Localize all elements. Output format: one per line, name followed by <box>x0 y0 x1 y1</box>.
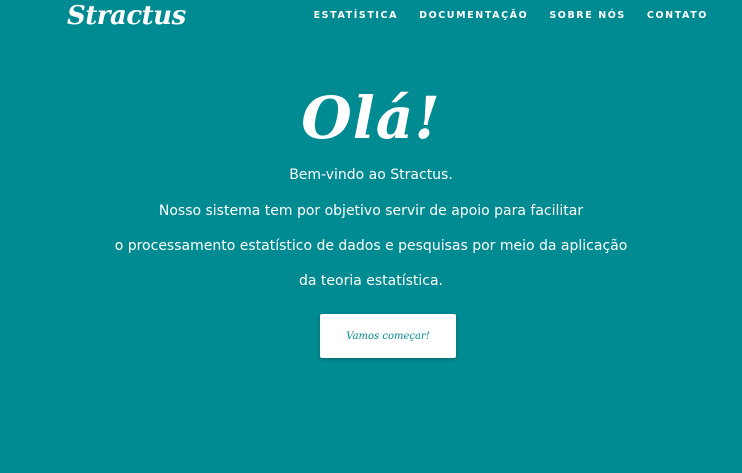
hero-description-line: da teoria estatística. <box>298 273 443 289</box>
start-button[interactable]: Vamos começar! <box>320 314 456 358</box>
hero-description-line: o processamento estatístico de dados e p… <box>114 238 628 254</box>
hero-welcome-text: Bem-vindo ao Stractus. <box>289 167 453 183</box>
nav-link-sobre-nos[interactable]: SOBRE NÓS <box>549 10 626 22</box>
hero-section: Olá! Bem-vindo ao Stractus. Nosso sistem… <box>0 80 742 289</box>
navbar: Stractus ESTATÍSTICA DOCUMENTAÇÃO SOBRE … <box>0 0 742 36</box>
hero-title: Olá! <box>301 84 441 152</box>
nav-menu: ESTATÍSTICA DOCUMENTAÇÃO SOBRE NÓS CONTA… <box>314 10 708 22</box>
nav-link-contato[interactable]: CONTATO <box>647 10 708 22</box>
hero-description-line: Nosso sistema tem por objetivo servir de… <box>158 203 584 219</box>
nav-link-documentacao[interactable]: DOCUMENTAÇÃO <box>419 10 528 22</box>
brand-logo[interactable]: Stractus <box>67 0 186 32</box>
nav-link-estatistica[interactable]: ESTATÍSTICA <box>314 10 399 22</box>
